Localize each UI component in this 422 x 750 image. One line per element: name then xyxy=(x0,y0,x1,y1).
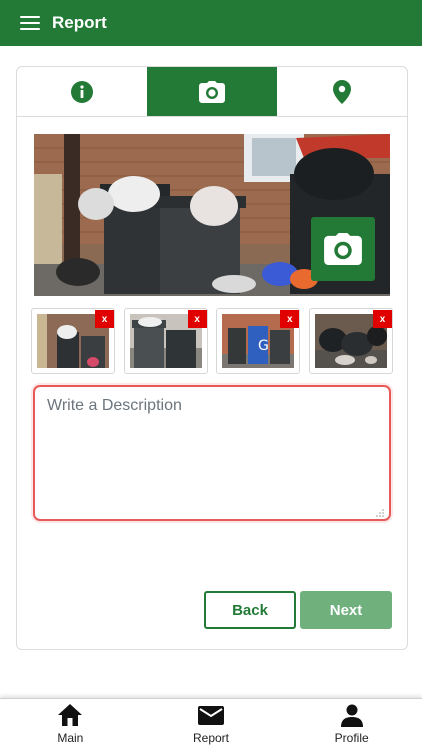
nav-item-label: Profile xyxy=(334,731,369,745)
page-title: Report xyxy=(52,13,107,32)
tab-location[interactable] xyxy=(277,67,407,116)
photo-thumbnail[interactable]: x xyxy=(123,308,208,374)
nav-item-report[interactable]: Report xyxy=(141,699,282,750)
location-pin-icon xyxy=(333,79,351,104)
envelope-icon xyxy=(198,706,224,725)
info-icon xyxy=(71,80,93,103)
delete-photo-button[interactable]: x xyxy=(187,310,207,328)
camera-icon xyxy=(324,233,362,265)
photo-thumbnails: x x G x x xyxy=(31,308,393,374)
nav-item-profile[interactable]: Profile xyxy=(281,699,422,750)
person-icon xyxy=(340,704,363,727)
main-photo xyxy=(34,134,390,296)
nav-item-main[interactable]: Main xyxy=(0,699,141,750)
resize-grip-icon[interactable] xyxy=(375,508,385,518)
back-button[interactable]: Back xyxy=(204,591,296,629)
tab-photos[interactable] xyxy=(147,67,277,116)
report-card: x x G x x Write a Description Back Next xyxy=(16,66,408,650)
delete-photo-button[interactable]: x xyxy=(95,310,114,328)
hamburger-menu-icon[interactable] xyxy=(20,16,40,30)
report-screen: Report x x G x x Write a Description Bac… xyxy=(0,0,422,750)
svg-text:G: G xyxy=(258,338,269,354)
report-step-tabs xyxy=(17,67,407,117)
tab-info[interactable] xyxy=(17,67,147,116)
nav-item-label: Main xyxy=(57,731,84,745)
camera-icon xyxy=(199,80,225,103)
delete-photo-button[interactable]: x xyxy=(372,310,392,328)
home-icon xyxy=(58,704,83,726)
delete-photo-button[interactable]: x xyxy=(280,310,300,328)
nav-item-label: Report xyxy=(192,731,230,745)
capture-photo-button[interactable] xyxy=(311,217,375,281)
photo-thumbnail[interactable]: x xyxy=(308,308,393,374)
photo-thumbnail[interactable]: G x xyxy=(216,308,301,374)
photo-thumbnail[interactable]: x xyxy=(31,308,115,374)
bottom-navigation: Main Report Profile xyxy=(0,698,422,750)
app-bar: Report xyxy=(0,0,422,46)
next-button[interactable]: Next xyxy=(300,591,392,629)
description-input[interactable] xyxy=(33,385,391,521)
